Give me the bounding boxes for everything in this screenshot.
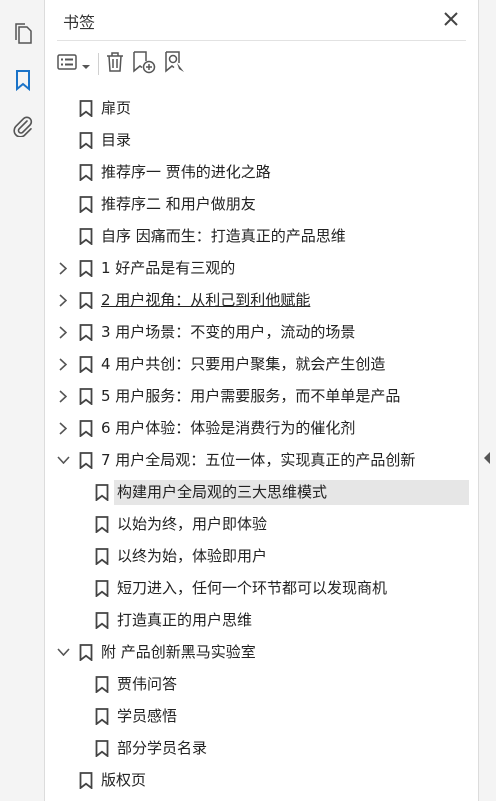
bookmark-icon [79, 132, 93, 150]
bookmark-icon [79, 164, 93, 182]
bookmark-icon [79, 388, 93, 406]
bookmark-row[interactable]: 贾伟问答 [45, 668, 478, 700]
bookmark-label: 附 产品创新黑马实验室 [101, 643, 256, 661]
bookmark-row[interactable]: 扉页 [45, 92, 478, 124]
bookmark-icon [79, 100, 93, 118]
bookmark-row[interactable]: 推荐序一 贾伟的进化之路 [45, 156, 478, 188]
bookmark-icon [79, 260, 93, 278]
chevron-down-icon [82, 55, 90, 74]
bookmark-label: 4 用户共创：只要用户聚集，就会产生创造 [101, 355, 386, 373]
bookmark-icon [79, 420, 93, 438]
bookmark-icon [95, 548, 109, 566]
bookmark-label: 版权页 [101, 771, 147, 789]
bookmark-label: 打造真正的用户思维 [117, 611, 253, 629]
chevron-right-icon[interactable] [56, 261, 70, 275]
chevron-right-icon[interactable] [56, 325, 70, 339]
find-bookmark-icon [163, 50, 189, 78]
bookmark-icon [79, 452, 93, 470]
bookmarks-toolbar [57, 48, 195, 80]
bookmarks-panel: 书签 扉页 目录 推荐序一 贾伟的进化之路 推荐序二 和用户做朋友 自序 因痛而… [45, 0, 478, 801]
bookmark-tree: 扉页目录推荐序一 贾伟的进化之路 推荐序二 和用户做朋友自序 因痛而生：打造真正的… [45, 92, 478, 796]
bookmark-row[interactable]: 自序 因痛而生：打造真正的产品思维 [45, 220, 478, 252]
bookmark-icon [95, 676, 109, 694]
find-bookmark-button[interactable] [163, 49, 189, 79]
bookmark-icon [95, 580, 109, 598]
bookmark-row[interactable]: 推荐序二 和用户做朋友 [45, 188, 478, 220]
bookmark-icon [95, 516, 109, 534]
bookmark-row[interactable]: 7 用户全局观：五位一体，实现真正的产品创新 [45, 444, 478, 476]
bookmark-icon [79, 196, 93, 214]
bookmark-icon [95, 740, 109, 758]
bookmark-row[interactable]: 6 用户体验：体验是消费行为的催化剂 [45, 412, 478, 444]
bookmark-label: 3 用户场景：不变的用户，流动的场景 [101, 323, 356, 341]
chevron-right-icon[interactable] [56, 421, 70, 435]
bookmark-row[interactable]: 构建用户全局观的三大思维模式 [45, 476, 478, 508]
bookmark-row[interactable]: 以始为终，用户即体验 [45, 508, 478, 540]
toolbar-separator [98, 53, 99, 75]
new-bookmark-icon [131, 50, 157, 78]
bookmark-label: 自序 因痛而生：打造真正的产品思维 [101, 227, 346, 245]
chevron-down-icon[interactable] [56, 453, 70, 467]
bookmark-row[interactable]: 2 用户视角：从利己到利他赋能 [45, 284, 478, 316]
options-icon [57, 53, 79, 75]
left-sidebar [0, 0, 45, 801]
chevron-right-icon[interactable] [56, 293, 70, 307]
bookmark-label: 以始为终，用户即体验 [117, 515, 268, 533]
attachment-icon[interactable] [9, 112, 37, 140]
bookmark-icon [79, 772, 93, 790]
bookmark-label: 推荐序二 和用户做朋友 [101, 195, 256, 213]
bookmark-row[interactable]: 目录 [45, 124, 478, 156]
delete-bookmark-button[interactable] [105, 49, 125, 79]
bookmark-label: 学员感悟 [117, 707, 178, 725]
bookmark-label: 推荐序一 贾伟的进化之路 [101, 163, 271, 181]
close-icon[interactable] [440, 8, 462, 30]
bookmark-icon [79, 324, 93, 342]
bookmark-icon [95, 708, 109, 726]
bookmark-row[interactable]: 5 用户服务：用户需要服务，而不单单是产品 [45, 380, 478, 412]
bookmark-label: 贾伟问答 [117, 675, 178, 693]
bookmark-icon [95, 484, 109, 502]
bookmark-icon [79, 292, 93, 310]
delete-icon [105, 51, 125, 77]
bookmark-row[interactable]: 打造真正的用户思维 [45, 604, 478, 636]
bookmark-label: 构建用户全局观的三大思维模式 [117, 483, 328, 501]
new-bookmark-button[interactable] [131, 49, 157, 79]
bookmark-row[interactable]: 4 用户共创：只要用户聚集，就会产生创造 [45, 348, 478, 380]
bookmark-label: 短刀进入，任何一个环节都可以发现商机 [117, 579, 388, 597]
bookmark-icon [79, 228, 93, 246]
bookmark-row[interactable]: 版权页 [45, 764, 478, 796]
bookmark-label: 扉页 [101, 99, 132, 117]
pages-icon[interactable] [9, 20, 37, 48]
panel-title: 书签 [63, 13, 96, 32]
bookmark-row[interactable]: 1 好产品是有三观的 [45, 252, 478, 284]
bookmark-label: 以终为始，体验即用户 [117, 547, 268, 565]
bookmark-row[interactable]: 附 产品创新黑马实验室 [45, 636, 478, 668]
bookmark-row[interactable]: 短刀进入，任何一个环节都可以发现商机 [45, 572, 478, 604]
bookmark-icon [79, 356, 93, 374]
bookmark-label: 目录 [101, 131, 132, 149]
bookmark-label: 6 用户体验：体验是消费行为的催化剂 [101, 419, 356, 437]
bookmark-row[interactable]: 学员感悟 [45, 700, 478, 732]
bookmark-icon [95, 612, 109, 630]
bookmark-row[interactable]: 以终为始，体验即用户 [45, 540, 478, 572]
chevron-down-icon[interactable] [56, 645, 70, 659]
bookmark-label: 2 用户视角：从利己到利他赋能 [101, 291, 311, 309]
bookmark-row[interactable]: 部分学员名录 [45, 732, 478, 764]
title-divider [57, 40, 466, 41]
bookmark-icon [79, 644, 93, 662]
bookmark-label: 5 用户服务：用户需要服务，而不单单是产品 [101, 387, 401, 405]
chevron-right-icon[interactable] [56, 357, 70, 371]
options-button[interactable] [57, 49, 90, 79]
collapse-panel-icon[interactable] [482, 450, 492, 464]
bookmark-row[interactable]: 3 用户场景：不变的用户，流动的场景 [45, 316, 478, 348]
bookmark-label: 7 用户全局观：五位一体，实现真正的产品创新 [101, 451, 416, 469]
bookmark-label: 部分学员名录 [117, 739, 208, 757]
chevron-right-icon[interactable] [56, 389, 70, 403]
bookmark-icon[interactable] [9, 66, 37, 94]
bookmark-label: 1 好产品是有三观的 [101, 259, 236, 277]
right-collapse-strip [478, 0, 496, 801]
